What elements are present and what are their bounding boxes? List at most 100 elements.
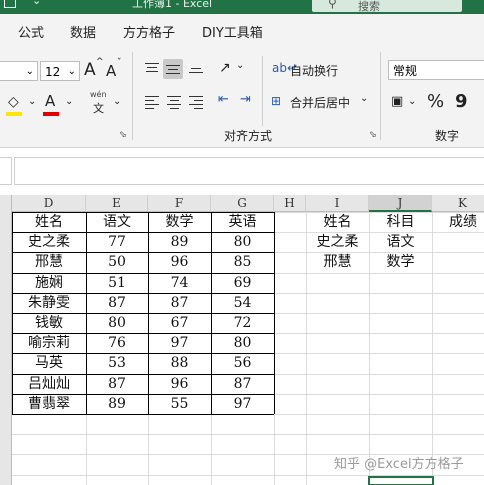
column-header-j[interactable]: J: [369, 195, 432, 212]
table-cell[interactable]: 85: [211, 252, 274, 272]
shrink-font-button[interactable]: A: [106, 62, 116, 80]
table-cell[interactable]: 76: [86, 333, 148, 353]
table-cell[interactable]: 89: [148, 232, 211, 252]
phonetic-button[interactable]: 文: [93, 100, 104, 116]
table-header-cell[interactable]: 英语: [211, 212, 274, 232]
tab-diy-toolbox[interactable]: DIY工具箱: [202, 22, 263, 41]
table-cell[interactable]: 87: [86, 374, 148, 394]
bottom-align-icon[interactable]: [189, 68, 203, 76]
table-cell[interactable]: [432, 232, 484, 252]
chevron-down-icon[interactable]: ⌄: [28, 96, 36, 107]
table-cell[interactable]: 96: [148, 252, 211, 272]
font-size-value: 12: [45, 65, 61, 79]
table-cell[interactable]: 50: [86, 252, 148, 272]
table-cell[interactable]: 72: [211, 313, 274, 333]
wrap-text-button[interactable]: 自动换行: [290, 62, 338, 79]
column-header-d[interactable]: D: [12, 195, 86, 212]
chevron-down-icon[interactable]: ⌄: [65, 96, 73, 107]
active-cell-indicator[interactable]: [368, 476, 434, 485]
orientation-icon[interactable]: ↗: [219, 60, 231, 76]
font-size-select[interactable]: 12 ⌄: [40, 61, 80, 81]
table-cell[interactable]: 97: [148, 333, 211, 353]
table-cell[interactable]: 87: [86, 293, 148, 313]
table-cell[interactable]: 87: [148, 293, 211, 313]
merge-center-button[interactable]: 合并后居中: [290, 94, 350, 111]
table-cell[interactable]: 邢慧: [12, 252, 86, 272]
table-header-cell[interactable]: 成绩: [432, 212, 484, 232]
table-cell[interactable]: 55: [148, 394, 211, 414]
table-header-cell[interactable]: 语文: [86, 212, 148, 232]
table-cell[interactable]: 96: [148, 374, 211, 394]
table-cell[interactable]: 56: [211, 353, 274, 373]
table-cell[interactable]: 曹翡翠: [12, 394, 86, 414]
customize-chevron-icon[interactable]: ⌄: [32, 0, 41, 7]
accounting-format-icon[interactable]: ▣: [391, 94, 403, 109]
table-cell[interactable]: 67: [148, 313, 211, 333]
grow-font-button[interactable]: A: [84, 60, 96, 80]
chevron-down-icon[interactable]: ⌄: [408, 96, 416, 107]
table-cell[interactable]: 74: [148, 273, 211, 293]
table-cell[interactable]: 马英: [12, 353, 86, 373]
font-dialog-launcher-icon[interactable]: ⬂: [119, 130, 127, 140]
percent-style-button[interactable]: %: [427, 91, 444, 112]
table-cell[interactable]: 53: [86, 353, 148, 373]
table-cell[interactable]: 史之柔: [306, 232, 369, 252]
table-header-cell[interactable]: 姓名: [12, 212, 86, 232]
align-left-icon[interactable]: [145, 96, 159, 112]
name-box[interactable]: [0, 157, 12, 185]
fill-color-icon[interactable]: ◇: [8, 94, 19, 110]
table-cell[interactable]: 邢慧: [306, 252, 369, 272]
tab-formulas[interactable]: 公式: [18, 22, 44, 41]
column-header-h[interactable]: H: [274, 195, 306, 212]
chevron-down-icon[interactable]: ⌄: [360, 93, 368, 104]
table-cell[interactable]: 史之柔: [12, 232, 86, 252]
table-cell[interactable]: 朱静雯: [12, 293, 86, 313]
table-cell[interactable]: 施娴: [12, 273, 86, 293]
table-cell[interactable]: 80: [211, 232, 274, 252]
alignment-dialog-launcher-icon[interactable]: ⬂: [369, 130, 377, 140]
grow-font-caret-icon: ^: [96, 57, 104, 67]
top-align-icon[interactable]: [145, 63, 159, 75]
table-cell[interactable]: 89: [86, 394, 148, 414]
worksheet-grid[interactable]: DEFGHIJK 姓名 语文 数学 英语 史之柔 77 89 80 邢慧 50 96 85 施娴 51 74…: [0, 195, 484, 485]
number-format-select[interactable]: 常规: [388, 60, 484, 80]
font-name-select[interactable]: ⌄: [0, 61, 38, 81]
tab-data[interactable]: 数据: [70, 22, 96, 41]
chevron-down-icon[interactable]: ⌄: [113, 96, 121, 107]
table-cell[interactable]: 69: [211, 273, 274, 293]
table-cell[interactable]: 54: [211, 293, 274, 313]
formula-input[interactable]: [14, 157, 484, 185]
column-header-k[interactable]: K: [432, 195, 484, 212]
table-cell[interactable]: 吕灿灿: [12, 374, 86, 394]
table-cell[interactable]: 88: [148, 353, 211, 373]
search-box[interactable]: ⚲ 搜索: [312, 0, 462, 13]
table-header-cell[interactable]: 科目: [369, 212, 432, 232]
column-header-i[interactable]: I: [306, 195, 369, 212]
table-cell[interactable]: [432, 252, 484, 272]
table-cell[interactable]: 数学: [369, 252, 432, 272]
column-header-f[interactable]: F: [148, 195, 211, 212]
column-header-g[interactable]: G: [211, 195, 274, 212]
search-icon: ⚲: [328, 0, 337, 10]
table-cell[interactable]: 80: [86, 313, 148, 333]
table-cell[interactable]: 语文: [369, 232, 432, 252]
column-header-e[interactable]: E: [86, 195, 148, 212]
increase-indent-icon[interactable]: ⇥: [240, 92, 251, 107]
tab-fangfang[interactable]: 方方格子: [123, 22, 175, 41]
save-icon[interactable]: [4, 0, 16, 8]
table-cell[interactable]: 钱敏: [12, 313, 86, 333]
table-cell[interactable]: 51: [86, 273, 148, 293]
align-center-icon[interactable]: [167, 96, 181, 112]
table-header-cell[interactable]: 数学: [148, 212, 211, 232]
decrease-indent-icon[interactable]: ⇤: [218, 92, 229, 107]
table-cell[interactable]: 80: [211, 333, 274, 353]
chevron-down-icon[interactable]: ⌄: [236, 60, 244, 71]
font-color-icon[interactable]: A: [45, 92, 55, 110]
align-right-icon[interactable]: [189, 96, 203, 112]
table-cell[interactable]: 87: [211, 374, 274, 394]
table-header-cell[interactable]: 姓名: [306, 212, 369, 232]
table-cell[interactable]: 97: [211, 394, 274, 414]
table-cell[interactable]: 喻宗莉: [12, 333, 86, 353]
table-cell[interactable]: 77: [86, 232, 148, 252]
comma-style-button[interactable]: 9: [455, 91, 468, 112]
